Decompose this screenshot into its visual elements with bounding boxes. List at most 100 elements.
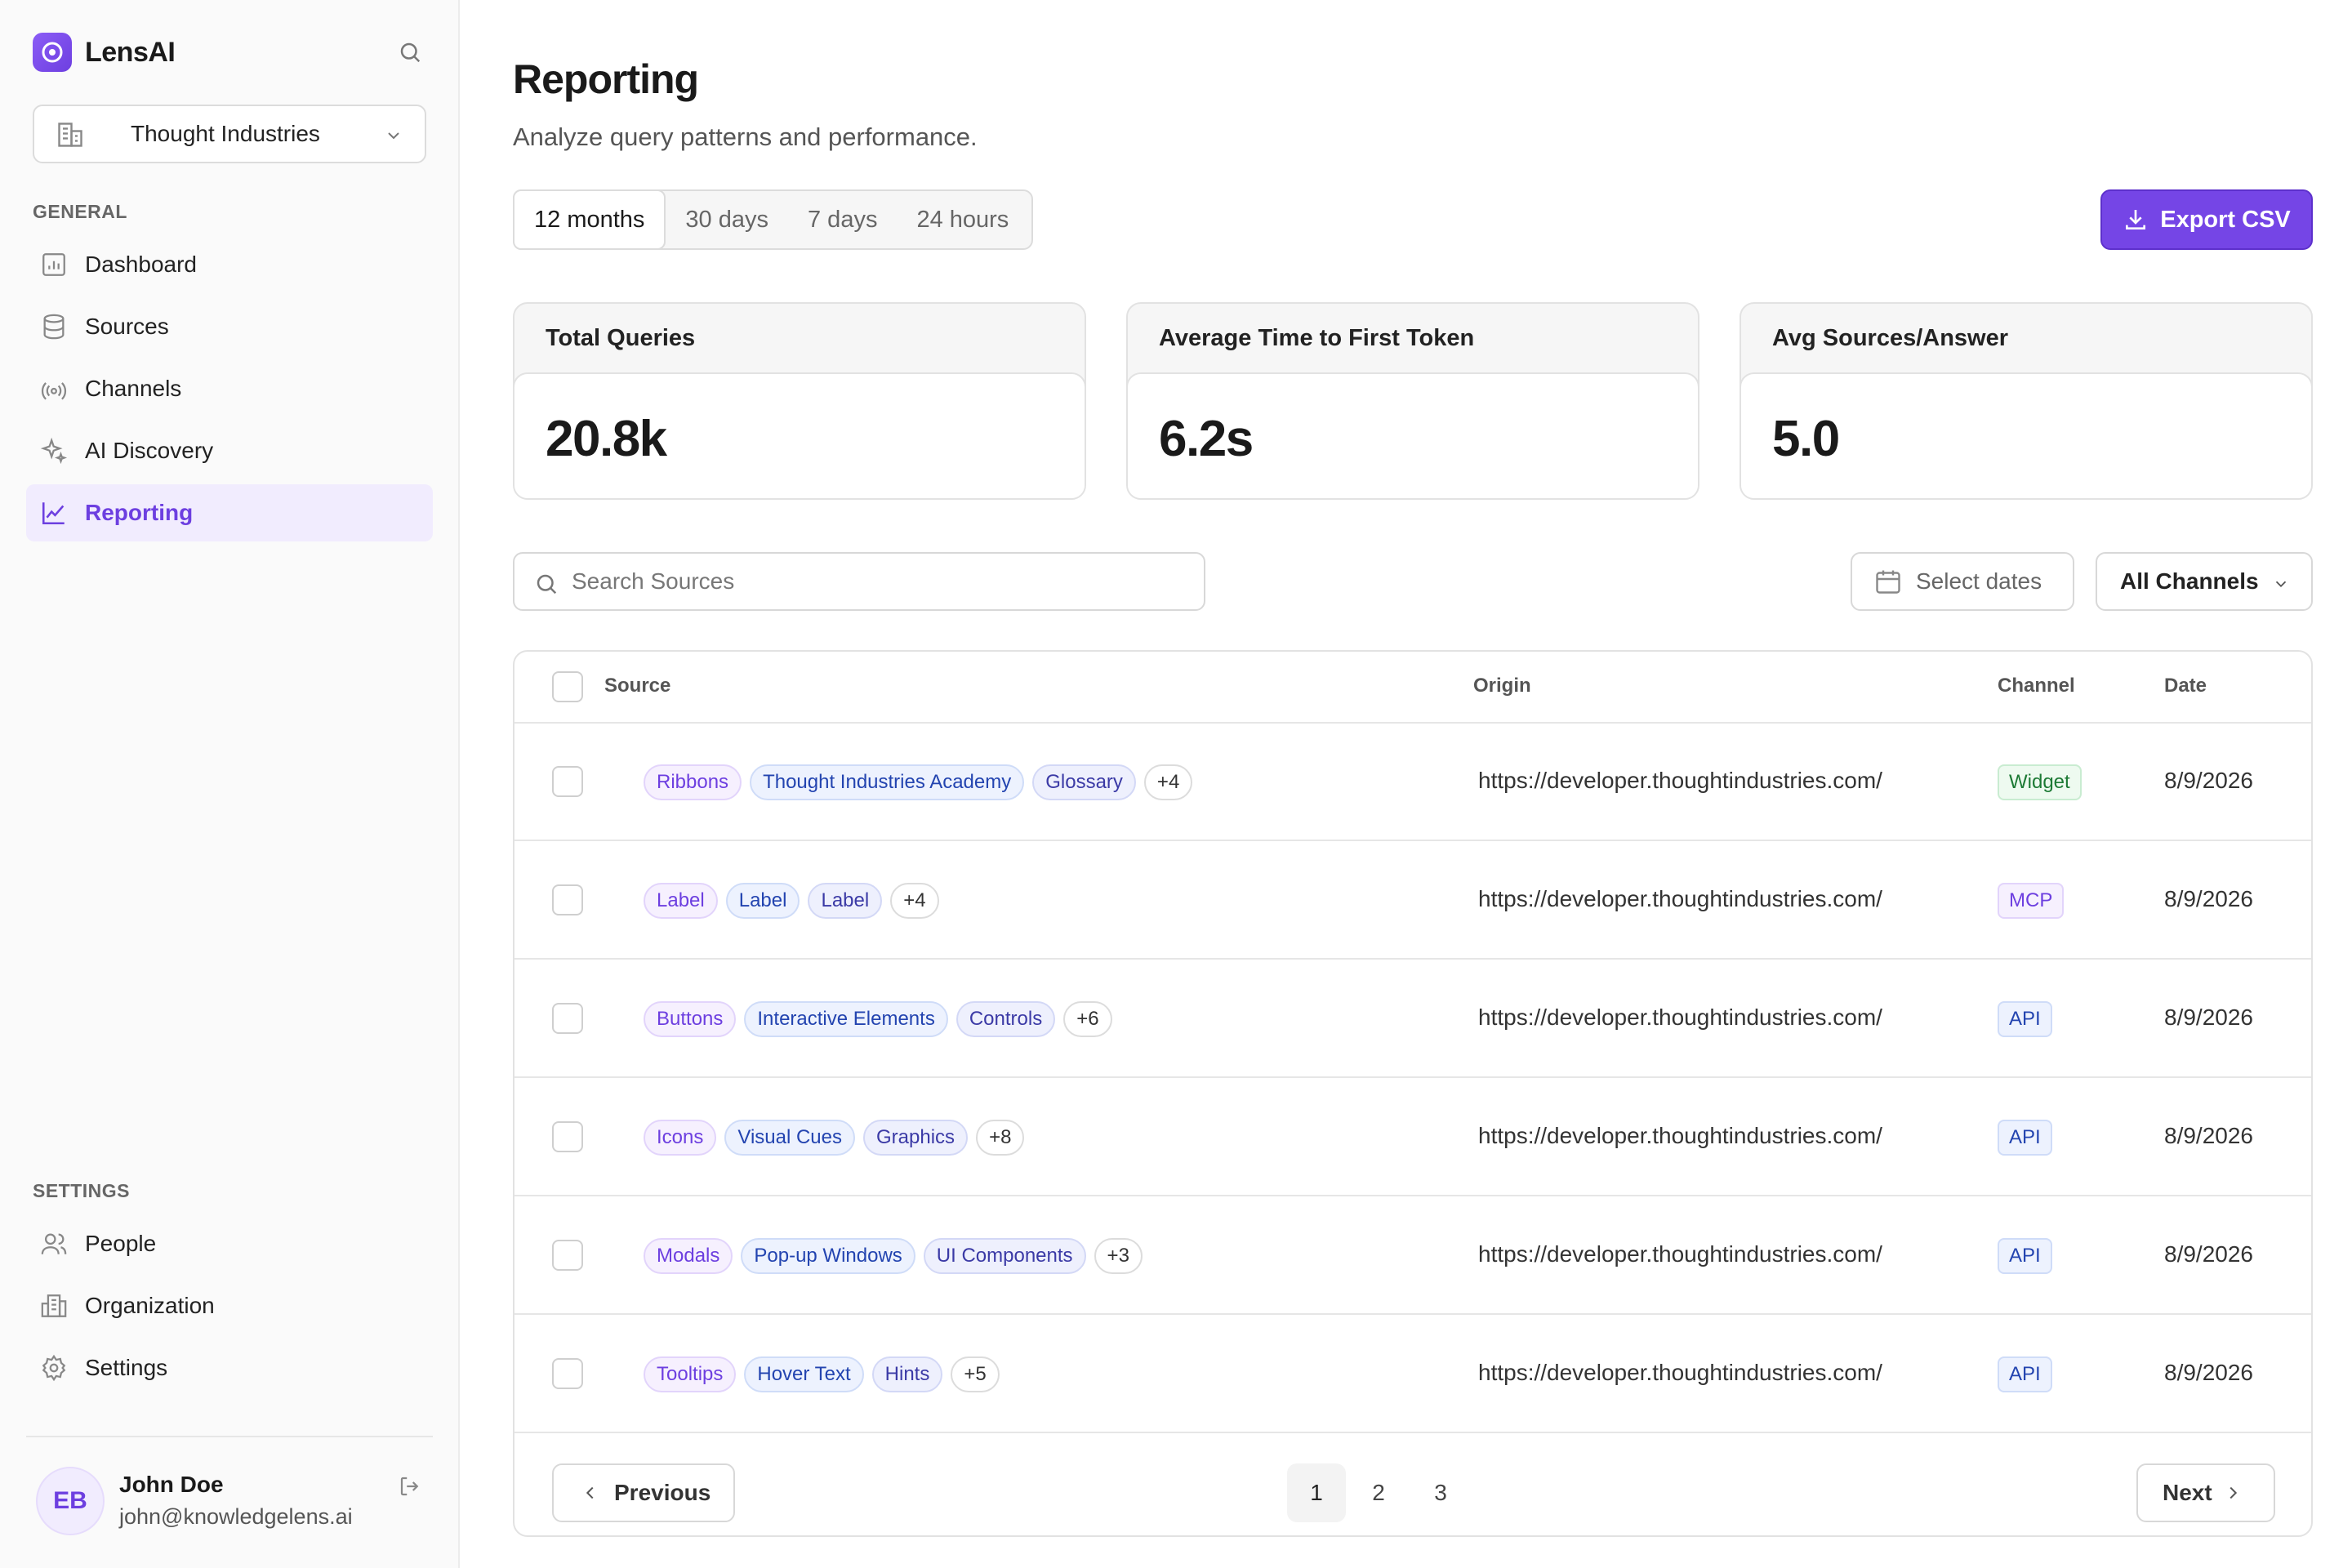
range-12-months[interactable]: 12 months: [513, 189, 666, 250]
export-csv-label: Export CSV: [2160, 206, 2291, 233]
chevron-down-icon: [384, 126, 403, 149]
stat-body: 20.8k: [514, 372, 1085, 498]
gear-icon: [39, 1353, 69, 1383]
sidebar: LensAI Thought Industries GENERAL Dashbo…: [0, 0, 460, 1568]
source-tag[interactable]: Icons: [644, 1120, 717, 1156]
source-tag[interactable]: Pop-up Windows: [741, 1238, 915, 1274]
page-1-button[interactable]: 1: [1287, 1463, 1346, 1522]
source-tag[interactable]: Label: [725, 883, 800, 919]
brand-name: LensAI: [85, 36, 176, 68]
search-sources-field: [513, 552, 1205, 611]
more-tags-badge[interactable]: +8: [976, 1120, 1025, 1156]
pagination: Previous 1 2 3 Next: [514, 1441, 2311, 1535]
table-row[interactable]: Ribbons Thought Industries Academy Gloss…: [514, 724, 2311, 841]
table-row[interactable]: Icons Visual Cues Graphics +8 https://de…: [514, 1079, 2311, 1196]
channel-badge: API: [1998, 1356, 2052, 1392]
stat-body: 6.2s: [1128, 372, 1698, 498]
page-2-button[interactable]: 2: [1349, 1463, 1408, 1522]
row-checkbox[interactable]: [552, 1121, 583, 1152]
search-sources-input[interactable]: [572, 565, 1176, 598]
source-tag[interactable]: Controls: [956, 1001, 1056, 1037]
source-tag[interactable]: Buttons: [644, 1001, 737, 1037]
table-row[interactable]: Modals Pop-up Windows UI Components +3 h…: [514, 1197, 2311, 1315]
source-tag[interactable]: Ribbons: [644, 764, 742, 800]
more-tags-badge[interactable]: +6: [1063, 1001, 1112, 1037]
previous-page-button[interactable]: Previous: [552, 1463, 735, 1522]
sidebar-item-ai-discovery[interactable]: AI Discovery: [26, 422, 433, 479]
sidebar-divider: [26, 1436, 433, 1437]
sidebar-item-label: Reporting: [85, 500, 194, 525]
sidebar-item-organization[interactable]: Organization: [26, 1277, 433, 1334]
table-row[interactable]: Tooltips Hover Text Hints +5 https://dev…: [514, 1316, 2311, 1433]
sidebar-item-people[interactable]: People: [26, 1215, 433, 1272]
line-chart-icon: [39, 498, 69, 528]
channel-badge: MCP: [1998, 883, 2065, 919]
source-tag[interactable]: Label: [808, 883, 883, 919]
sidebar-item-label: Organization: [85, 1293, 215, 1318]
origin-url: https://developer.thoughtindustries.com/: [1478, 1004, 1882, 1030]
origin-url: https://developer.thoughtindustries.com/: [1478, 1360, 1882, 1385]
source-tag[interactable]: UI Components: [923, 1238, 1086, 1274]
source-tag[interactable]: Label: [644, 883, 718, 919]
select-dates-button[interactable]: Select dates: [1851, 552, 2074, 611]
sidebar-item-settings[interactable]: Settings: [26, 1339, 433, 1396]
row-date: 8/9/2026: [2164, 768, 2253, 793]
stat-label: Avg Sources/Answer: [1772, 325, 2009, 351]
page-title: Reporting: [513, 56, 699, 102]
range-30-days[interactable]: 30 days: [666, 191, 788, 248]
stat-label: Average Time to First Token: [1159, 325, 1475, 351]
sidebar-item-reporting[interactable]: Reporting: [26, 484, 433, 541]
source-tag[interactable]: Hover Text: [744, 1356, 864, 1392]
stat-value: 20.8k: [546, 411, 667, 467]
source-tag[interactable]: Thought Industries Academy: [750, 764, 1025, 800]
select-dates-label: Select dates: [1916, 568, 2042, 594]
origin-url: https://developer.thoughtindustries.com/: [1478, 1123, 1882, 1148]
export-csv-button[interactable]: Export CSV: [2100, 189, 2313, 250]
brand[interactable]: LensAI: [33, 33, 176, 72]
sidebar-item-channels[interactable]: Channels: [26, 360, 433, 417]
page-3-button[interactable]: 3: [1411, 1463, 1470, 1522]
page-subtitle: Analyze query patterns and performance.: [513, 122, 978, 151]
more-tags-badge[interactable]: +4: [890, 883, 939, 919]
source-tags: Icons Visual Cues Graphics +8: [644, 1120, 1032, 1156]
row-checkbox[interactable]: [552, 766, 583, 797]
sidebar-item-dashboard[interactable]: Dashboard: [26, 236, 433, 293]
sidebar-item-sources[interactable]: Sources: [26, 298, 433, 355]
source-tag[interactable]: Modals: [644, 1238, 733, 1274]
source-tag[interactable]: Hints: [871, 1356, 943, 1392]
row-checkbox[interactable]: [552, 1240, 583, 1271]
row-checkbox[interactable]: [552, 1003, 583, 1034]
origin-url: https://developer.thoughtindustries.com/: [1478, 1241, 1882, 1267]
source-tag[interactable]: Graphics: [863, 1120, 969, 1156]
select-all-checkbox[interactable]: [552, 671, 583, 702]
more-tags-badge[interactable]: +3: [1094, 1238, 1143, 1274]
row-date: 8/9/2026: [2164, 1241, 2253, 1267]
channel-badge: API: [1998, 1120, 2052, 1156]
organization-select[interactable]: Thought Industries: [33, 105, 426, 163]
column-header-channel: Channel: [1998, 675, 2075, 697]
origin-url: https://developer.thoughtindustries.com/: [1478, 886, 1882, 911]
source-tag[interactable]: Visual Cues: [724, 1120, 856, 1156]
source-tag[interactable]: Tooltips: [644, 1356, 737, 1392]
row-checkbox[interactable]: [552, 884, 583, 915]
source-tag[interactable]: Glossary: [1032, 764, 1136, 800]
range-7-days[interactable]: 7 days: [788, 191, 897, 248]
more-tags-badge[interactable]: +4: [1143, 764, 1193, 800]
next-page-button[interactable]: Next: [2136, 1463, 2275, 1522]
source-tag[interactable]: Interactive Elements: [744, 1001, 948, 1037]
table-row[interactable]: Buttons Interactive Elements Controls +6…: [514, 960, 2311, 1078]
row-date: 8/9/2026: [2164, 1004, 2253, 1030]
table-row[interactable]: Label Label Label +4 https://developer.t…: [514, 842, 2311, 960]
user-name: John Doe: [119, 1472, 224, 1497]
search-icon[interactable]: [394, 36, 426, 69]
logout-icon[interactable]: [394, 1470, 426, 1503]
more-tags-badge[interactable]: +5: [951, 1356, 1000, 1392]
row-checkbox[interactable]: [552, 1358, 583, 1389]
column-header-date: Date: [2164, 675, 2207, 697]
stat-card-total-queries: Total Queries 20.8k: [513, 302, 1086, 500]
range-24-hours[interactable]: 24 hours: [897, 191, 1028, 248]
sparkles-icon: [39, 436, 69, 466]
source-tags: Buttons Interactive Elements Controls +6: [644, 1001, 1120, 1037]
channel-filter-select[interactable]: All Channels: [2096, 552, 2313, 611]
source-tags: Label Label Label +4: [644, 883, 947, 919]
